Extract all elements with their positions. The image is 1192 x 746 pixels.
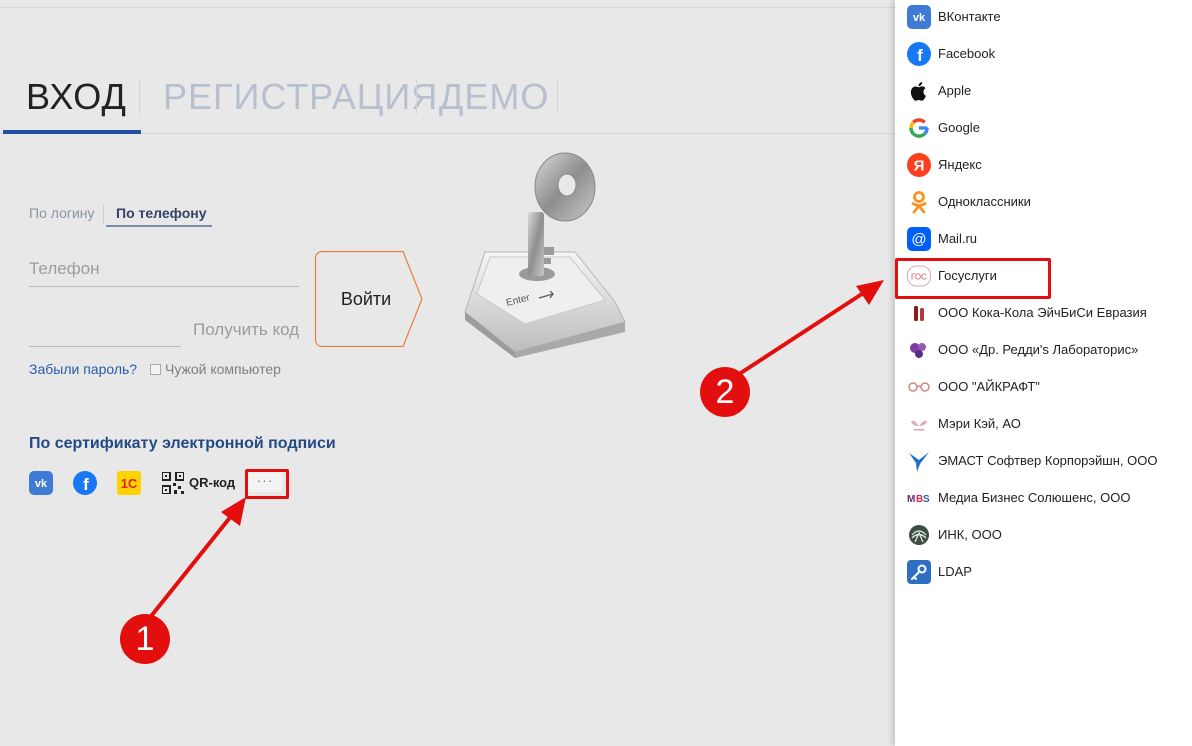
provider-label: Facebook <box>938 46 996 61</box>
active-tab-underline <box>3 130 141 134</box>
subtab-by-phone[interactable]: По телефону <box>116 205 207 221</box>
yandex-icon: Я <box>907 153 931 177</box>
top-divider <box>0 7 895 8</box>
provider-vk[interactable]: vk ВКонтакте <box>907 5 1187 31</box>
provider-label: LDAP <box>938 564 972 579</box>
provider-label: ИНК, ООО <box>938 527 1002 542</box>
subtab-by-login[interactable]: По логину <box>29 205 95 221</box>
svg-text:S: S <box>923 494 930 505</box>
provider-ink[interactable]: ИНК, ООО <box>907 523 1187 549</box>
svg-text:f: f <box>83 475 89 494</box>
emast-icon <box>909 452 929 472</box>
facebook-icon: f <box>907 42 931 66</box>
tab-separator <box>416 80 417 114</box>
svg-text:@: @ <box>911 231 926 248</box>
provider-label: ООО "АЙКРАФТ" <box>938 379 1040 394</box>
ldap-icon <box>907 560 931 584</box>
highlight-box-more <box>245 469 289 499</box>
mailru-icon: @ <box>907 227 931 251</box>
provider-label: Google <box>938 120 980 135</box>
svg-text:M: M <box>907 494 915 505</box>
provider-mbs[interactable]: M B S Медиа Бизнес Солюшенс, ООО <box>907 486 1187 512</box>
provider-google[interactable]: Google <box>907 116 1187 142</box>
step-badge-2: 2 <box>700 367 750 417</box>
ink-icon <box>909 525 929 545</box>
provider-apple[interactable]: Apple <box>907 79 1187 105</box>
drreddys-icon <box>910 343 926 358</box>
provider-label: ООО Кока-Кола ЭйчБиСи Евразия <box>938 305 1147 320</box>
login-providers-panel: vk ВКонтакте f Facebook Apple Google Я Я… <box>895 0 1192 746</box>
provider-emast[interactable]: ЭМАСТ Софтвер Корпорэйшн, ООО <box>907 449 1187 475</box>
svg-text:Я: Я <box>914 158 925 175</box>
marykay-icon <box>911 420 927 431</box>
provider-aikraft[interactable]: ООО "АЙКРАФТ" <box>907 375 1187 401</box>
subtab-separator <box>103 204 104 224</box>
1c-icon[interactable]: 1C <box>117 471 141 495</box>
qr-icon[interactable] <box>162 472 184 494</box>
qr-code-label[interactable]: QR-код <box>189 475 235 490</box>
foreign-computer-label: Чужой компьютер <box>165 361 281 377</box>
provider-facebook[interactable]: f Facebook <box>907 42 1187 68</box>
tab-demo[interactable]: ДЕМО <box>439 76 549 118</box>
svg-text:vk: vk <box>913 12 926 24</box>
provider-ldap[interactable]: LDAP <box>907 560 1187 586</box>
tab-register[interactable]: РЕГИСТРАЦИЯ <box>163 76 438 118</box>
main-tabs: ВХОД РЕГИСТРАЦИЯ ДЕМО <box>0 70 895 134</box>
provider-odnoklassniki[interactable]: Одноклассники <box>907 190 1187 216</box>
login-button-label: Войти <box>340 289 392 309</box>
provider-mailru[interactable]: @ Mail.ru <box>907 227 1187 253</box>
provider-label: ЭМАСТ Софтвер Корпорэйшн, ООО <box>938 453 1158 468</box>
provider-label: Mail.ru <box>938 231 978 246</box>
get-code-link[interactable]: Получить код <box>193 320 299 340</box>
provider-drreddys[interactable]: ООО «Др. Редди's Лабораторис» <box>907 338 1187 364</box>
apple-icon <box>910 82 926 101</box>
svg-text:f: f <box>917 46 923 65</box>
google-icon <box>909 118 929 138</box>
provider-yandex[interactable]: Я Яндекс <box>907 153 1187 179</box>
login-button[interactable]: Войти <box>315 251 425 347</box>
vk-icon: vk <box>907 5 931 29</box>
svg-text:vk: vk <box>35 478 48 490</box>
forgot-password-link[interactable]: Забыли пароль? <box>29 361 137 377</box>
provider-marykay[interactable]: Мэри Кэй, АО <box>907 412 1187 438</box>
active-subtab-underline <box>106 225 212 227</box>
code-input[interactable] <box>29 313 181 347</box>
phone-input[interactable] <box>29 252 299 287</box>
mbs-icon: M B S <box>907 494 930 505</box>
provider-label: Медиа Бизнес Солюшенс, ООО <box>938 490 1131 505</box>
provider-label: ВКонтакте <box>938 9 1001 24</box>
provider-label: ООО «Др. Редди's Лабораторис» <box>938 342 1139 357</box>
provider-label: Мэри Кэй, АО <box>938 416 1021 431</box>
cocacola-icon <box>914 306 924 321</box>
certificate-login-title[interactable]: По сертификату электронной подписи <box>29 435 336 453</box>
provider-cocacola[interactable]: ООО Кока-Кола ЭйчБиСи Евразия <box>907 301 1187 327</box>
provider-label: Одноклассники <box>938 194 1031 209</box>
vk-icon[interactable]: vk <box>29 471 53 495</box>
highlight-box-gosuslugi <box>895 258 1051 299</box>
foreign-computer-checkbox[interactable] <box>150 364 161 375</box>
provider-label: Apple <box>938 83 972 98</box>
tab-login[interactable]: ВХОД <box>26 76 127 118</box>
provider-label: Яндекс <box>938 157 982 172</box>
svg-text:1C: 1C <box>121 476 138 491</box>
tab-separator <box>557 80 558 114</box>
enter-key-illustration: Enter <box>464 152 626 358</box>
odnoklassniki-icon <box>911 191 927 214</box>
step-badge-1: 1 <box>120 614 170 664</box>
tab-separator <box>139 80 140 114</box>
facebook-icon[interactable]: f <box>73 471 97 495</box>
aikraft-icon <box>908 382 930 392</box>
